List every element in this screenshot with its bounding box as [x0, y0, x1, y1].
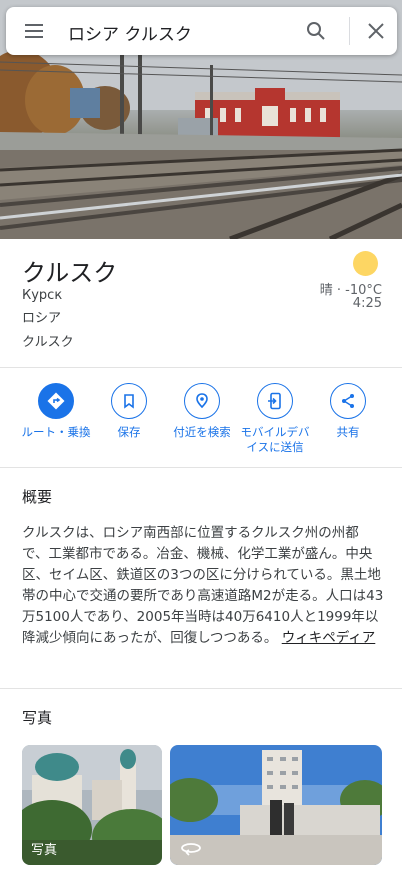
send-to-phone-label-line1: モバイルデバ [240, 425, 310, 439]
search-query[interactable]: ロシア クルスク [68, 20, 192, 45]
nearby-icon [196, 393, 208, 409]
wikipedia-link[interactable]: ウィキペディア [282, 630, 376, 646]
street-view-thumbnail[interactable] [170, 745, 382, 865]
sun-icon [353, 251, 378, 276]
send-to-phone-icon [268, 392, 281, 410]
directions-icon [47, 392, 65, 410]
nearby-label: 付近を検索 [173, 425, 231, 439]
share-button[interactable]: 共有 [310, 383, 386, 440]
place-title: クルスク [22, 259, 118, 287]
photo-thumbnail[interactable]: 写真 [22, 745, 162, 865]
divider [0, 367, 402, 368]
save-button[interactable]: 保存 [91, 383, 167, 440]
photos-heading: 写真 [22, 709, 53, 727]
nearby-button[interactable]: 付近を検索 [164, 383, 240, 440]
place-region: クルスク [22, 335, 74, 350]
place-native-name: Курск [22, 288, 63, 303]
360-view-icon [180, 841, 202, 857]
search-bar[interactable]: ロシア クルスク [6, 7, 397, 55]
directions-label: ルート・乗換 [21, 425, 91, 439]
share-label: 共有 [336, 425, 360, 439]
save-label: 保存 [117, 425, 141, 439]
close-icon[interactable] [364, 19, 388, 43]
overview-text: クルスクは、ロシア南西部に位置するクルスク州の州都で、工業都市である。冶金、機械… [22, 523, 384, 649]
directions-button[interactable]: ルート・乗換 [18, 383, 94, 440]
search-icon[interactable] [304, 19, 328, 43]
send-to-phone-label: モバイルデバ イスに送信 [237, 425, 313, 455]
divider [0, 467, 402, 468]
place-country: ロシア [22, 311, 62, 326]
share-icon [342, 394, 354, 408]
weather-time: 4:25 [352, 296, 382, 311]
send-to-phone-button[interactable]: モバイルデバ イスに送信 [237, 383, 313, 455]
send-to-phone-label-line2: イスに送信 [246, 440, 304, 454]
overview-heading: 概要 [22, 488, 53, 506]
menu-icon[interactable] [22, 19, 46, 43]
divider [0, 688, 402, 689]
overview-body: クルスクは、ロシア南西部に位置するクルスク州の州都で、工業都市である。冶金、機械… [22, 525, 384, 646]
photo-caption: 写真 [31, 843, 58, 858]
bookmark-icon [124, 394, 134, 409]
search-divider [349, 17, 350, 45]
